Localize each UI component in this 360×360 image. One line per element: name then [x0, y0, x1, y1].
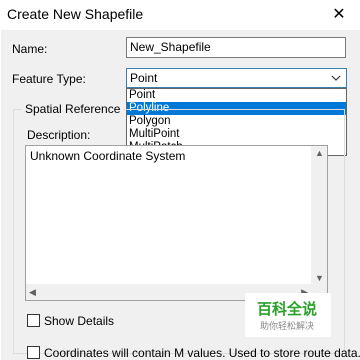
m-values-checkbox[interactable]	[27, 346, 40, 359]
description-text: Unknown Coordinate System	[30, 149, 186, 163]
close-icon: ✕	[332, 6, 346, 23]
name-label: Name:	[12, 42, 48, 56]
feature-type-select[interactable]: Point	[126, 68, 347, 88]
option-point[interactable]: Point	[127, 89, 346, 102]
vertical-scrollbar[interactable]: ▲ ▼	[311, 146, 327, 285]
scroll-up-icon[interactable]: ▲	[315, 148, 324, 158]
scroll-left-icon[interactable]: ◀	[29, 287, 36, 298]
watermark-logo: 百科全说 助你轻松解决	[245, 293, 331, 337]
show-details-checkbox[interactable]	[27, 314, 40, 327]
description-textarea[interactable]: Unknown Coordinate System ▲ ▼ ◀ ▶	[25, 145, 328, 301]
show-details-label: Show Details	[44, 314, 115, 328]
window-title: Create New Shapefile	[7, 6, 144, 22]
feature-type-value: Point	[130, 71, 158, 85]
description-label: Description:	[27, 128, 91, 142]
name-input[interactable]: New_Shapefile	[126, 37, 346, 58]
feature-type-label: Feature Type:	[12, 72, 86, 86]
m-values-label: Coordinates will contain M values. Used …	[44, 346, 360, 360]
name-input-value: New_Shapefile	[130, 40, 211, 54]
spatial-reference-group-label: Spatial Reference	[22, 102, 124, 116]
chevron-down-icon	[331, 75, 341, 81]
watermark-title: 百科全说	[257, 301, 318, 318]
title-bar: Create New Shapefile ✕	[0, 0, 360, 30]
close-button[interactable]: ✕	[318, 0, 360, 28]
scroll-down-icon[interactable]: ▼	[315, 273, 324, 283]
watermark-subtitle: 助你轻松解决	[260, 321, 315, 331]
